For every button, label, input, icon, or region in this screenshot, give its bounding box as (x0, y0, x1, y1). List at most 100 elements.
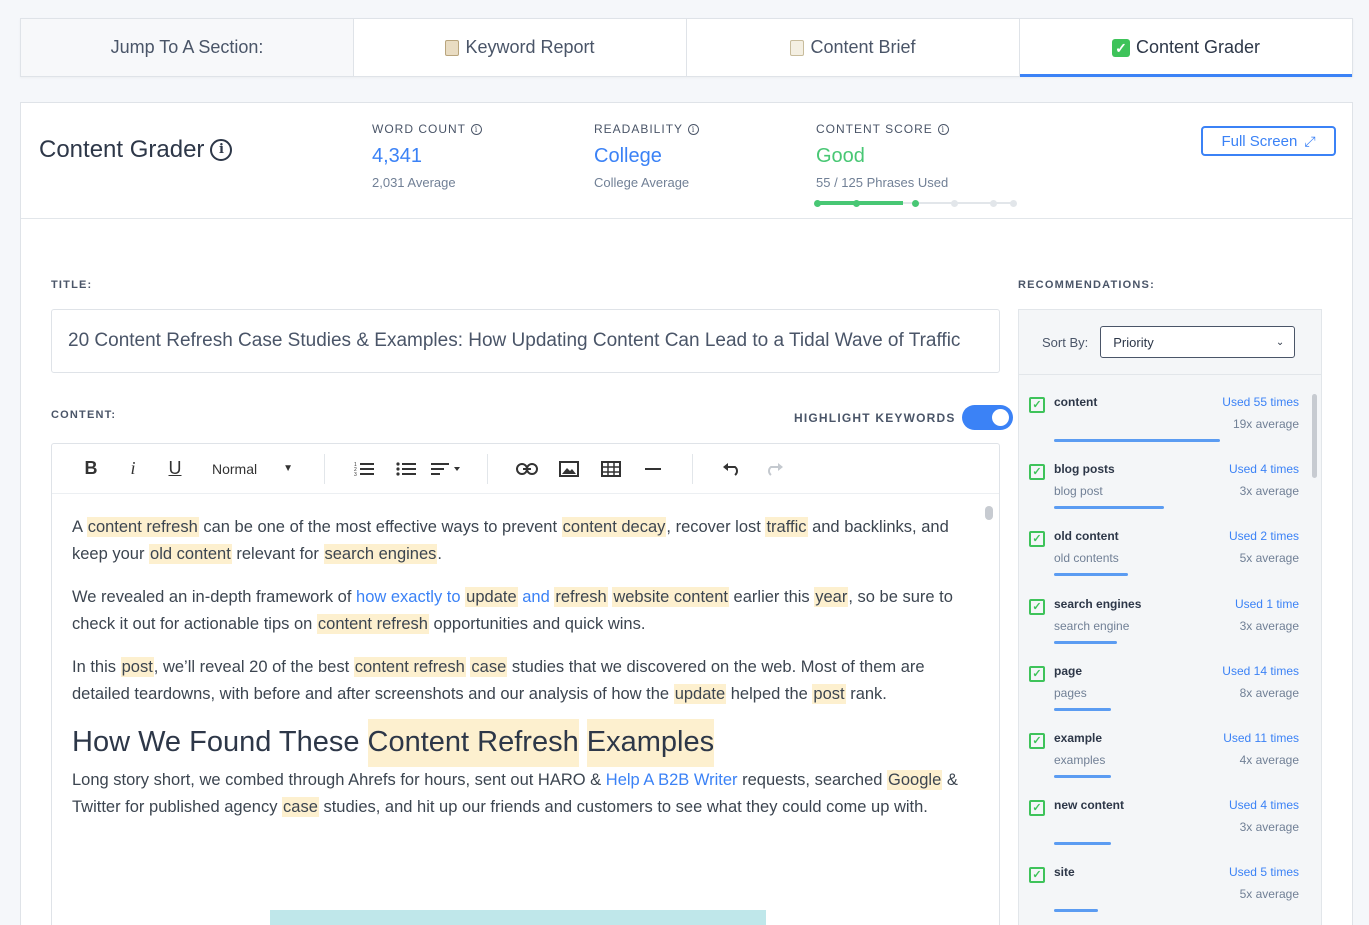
italic-button[interactable]: i (112, 454, 154, 484)
sort-select-value: Priority (1113, 334, 1154, 350)
content-heading: How We Found These Content Refresh Examp… (72, 719, 967, 767)
content-score-label-text: CONTENT SCORE (816, 122, 933, 136)
tab-content-brief-label: Content Brief (810, 37, 916, 57)
bold-button[interactable]: B (70, 454, 112, 484)
tab-keyword-report[interactable]: Keyword Report (354, 19, 687, 76)
content-image (270, 910, 766, 925)
editor-content[interactable]: A content refresh can be one of the most… (72, 514, 967, 837)
readability-label: READABILITY i (594, 122, 700, 136)
info-icon[interactable]: i (210, 139, 233, 161)
recommendations-scrollbar[interactable] (1312, 394, 1317, 478)
checkbox-icon[interactable]: ✓ (1029, 397, 1045, 413)
recommendation-item[interactable]: ✓ search engines search engine Used 1 time 3… (1019, 578, 1309, 645)
info-icon[interactable]: i (471, 123, 482, 135)
usage-bar (1054, 774, 1111, 778)
ordered-list-icon: 123 (354, 462, 374, 477)
paragraph: Long story short, we combed through Ahre… (72, 770, 958, 817)
highlight-keywords-toggle[interactable] (961, 405, 1013, 430)
recommendation-keyword: page (1054, 663, 1083, 678)
recommendation-item[interactable]: ✓ site Used 5 times 5x average (1019, 846, 1309, 913)
format-select[interactable]: Normal ▼ (196, 454, 306, 484)
horizontal-rule-icon (645, 467, 661, 470)
recommendation-usage: Used 2 times (1228, 529, 1299, 544)
readability-average: College Average (594, 175, 690, 190)
image-icon (559, 460, 579, 477)
recommendation-item[interactable]: ✓ new content Used 4 times 3x average (1019, 779, 1309, 846)
link-icon (516, 462, 538, 475)
recommendation-list: ✓ content Used 55 times 19x average ✓ blog po… (1019, 376, 1309, 914)
info-icon[interactable]: i (937, 123, 949, 135)
recommendation-item[interactable]: ✓ example examples Used 11 times 4x average (1019, 712, 1309, 779)
title-label: TITLE: (51, 279, 93, 291)
recommendation-average: 8x average (1239, 685, 1299, 700)
recommendation-usage: Used 5 times (1228, 865, 1299, 880)
sort-select[interactable]: Priority ⌄ (1100, 326, 1296, 358)
title-input[interactable]: 20 Content Refresh Case Studies & Exampl… (51, 309, 1000, 373)
horizontal-rule-button[interactable] (632, 454, 674, 484)
recommendation-average: 3x average (1239, 484, 1299, 499)
check-mark-icon: ✓ (1111, 38, 1130, 57)
recommendation-item[interactable]: ✓ page pages Used 14 times 8x average (1019, 645, 1309, 712)
highlight-keywords-label: HIGHLIGHT KEYWORDS (794, 410, 956, 425)
redo-icon (768, 462, 783, 476)
section-tabs: Jump To A Section: Keyword Report Conten… (20, 18, 1353, 77)
recommendation-usage: Used 4 times (1228, 462, 1299, 477)
tab-content-brief[interactable]: Content Brief (687, 19, 1020, 76)
title-value: 20 Content Refresh Case Studies & Exampl… (68, 330, 961, 351)
recommendation-usage: Used 1 time (1234, 596, 1299, 611)
usage-bar (1054, 506, 1164, 510)
editor-scrollbar[interactable] (985, 506, 993, 520)
caret-down-icon: ▼ (283, 463, 294, 474)
highlight-keywords-control: HIGHLIGHT KEYWORDS (794, 405, 1013, 430)
progress-dot (951, 200, 959, 207)
recommendation-variant: examples (1054, 752, 1106, 767)
link-button[interactable] (506, 454, 548, 484)
table-button[interactable] (590, 454, 632, 484)
checkbox-icon[interactable]: ✓ (1029, 800, 1045, 817)
recommendation-average: 3x average (1239, 618, 1299, 633)
recommendation-keyword: search engines (1054, 596, 1142, 611)
image-button[interactable] (548, 454, 590, 484)
progress-dot (990, 200, 998, 207)
undo-button[interactable] (711, 454, 753, 484)
content-editor[interactable]: B i U Normal ▼ 123 A content refresh can… (51, 443, 1000, 925)
progress-dot (853, 200, 861, 207)
recommendation-usage: Used 14 times (1222, 663, 1299, 678)
underline-button[interactable]: U (154, 454, 196, 484)
tab-content-grader[interactable]: ✓ Content Grader (1020, 19, 1352, 77)
recommendation-keyword: new content (1054, 798, 1125, 813)
checkbox-icon[interactable]: ✓ (1029, 732, 1045, 749)
recommendation-average: 4x average (1239, 752, 1299, 767)
ordered-list-button[interactable]: 123 (343, 454, 385, 484)
sort-row: Sort By: Priority ⌄ (1019, 310, 1321, 375)
recommendation-item[interactable]: ✓ content Used 55 times 19x average (1019, 376, 1309, 443)
tab-keyword-report-label: Keyword Report (465, 37, 595, 57)
recommendation-keyword: example (1054, 730, 1103, 745)
content-grader-card: Content Grader i WORD COUNT i 4,341 2,031… (20, 102, 1353, 925)
checkbox-icon[interactable]: ✓ (1029, 464, 1045, 481)
info-icon[interactable]: i (688, 123, 700, 135)
format-select-value: Normal (212, 460, 258, 477)
recommendation-variant: search engine (1054, 618, 1130, 633)
align-button[interactable] (427, 454, 469, 484)
content-score-progress (814, 200, 1017, 207)
progress-dot (912, 200, 919, 207)
word-count-metric: WORD COUNT i 4,341 2,031 Average (372, 122, 482, 190)
recommendation-keyword: old content (1054, 529, 1119, 544)
progress-dot (1010, 200, 1017, 207)
checkbox-icon[interactable]: ✓ (1029, 598, 1045, 615)
checkbox-icon[interactable]: ✓ (1029, 867, 1045, 884)
checkbox-icon[interactable]: ✓ (1029, 665, 1045, 682)
tab-content-grader-label: Content Grader (1135, 37, 1261, 57)
recommendation-item[interactable]: ✓ blog posts blog post Used 4 times 3x avera… (1019, 443, 1309, 510)
recommendation-variant: pages (1054, 685, 1087, 700)
redo-button[interactable] (753, 454, 795, 484)
checkbox-icon[interactable]: ✓ (1029, 531, 1045, 548)
page-title-text: Content Grader (39, 136, 205, 163)
bullet-list-button[interactable] (385, 454, 427, 484)
content-score-metric: CONTENT SCORE i Good 55 / 125 Phrases Use… (816, 122, 949, 190)
clipboard-icon (445, 39, 460, 56)
recommendation-item[interactable]: ✓ old content old contents Used 2 times 5x a… (1019, 510, 1309, 577)
full-screen-button[interactable]: Full Screen ⤢ (1201, 126, 1336, 156)
usage-bar (1054, 640, 1117, 644)
